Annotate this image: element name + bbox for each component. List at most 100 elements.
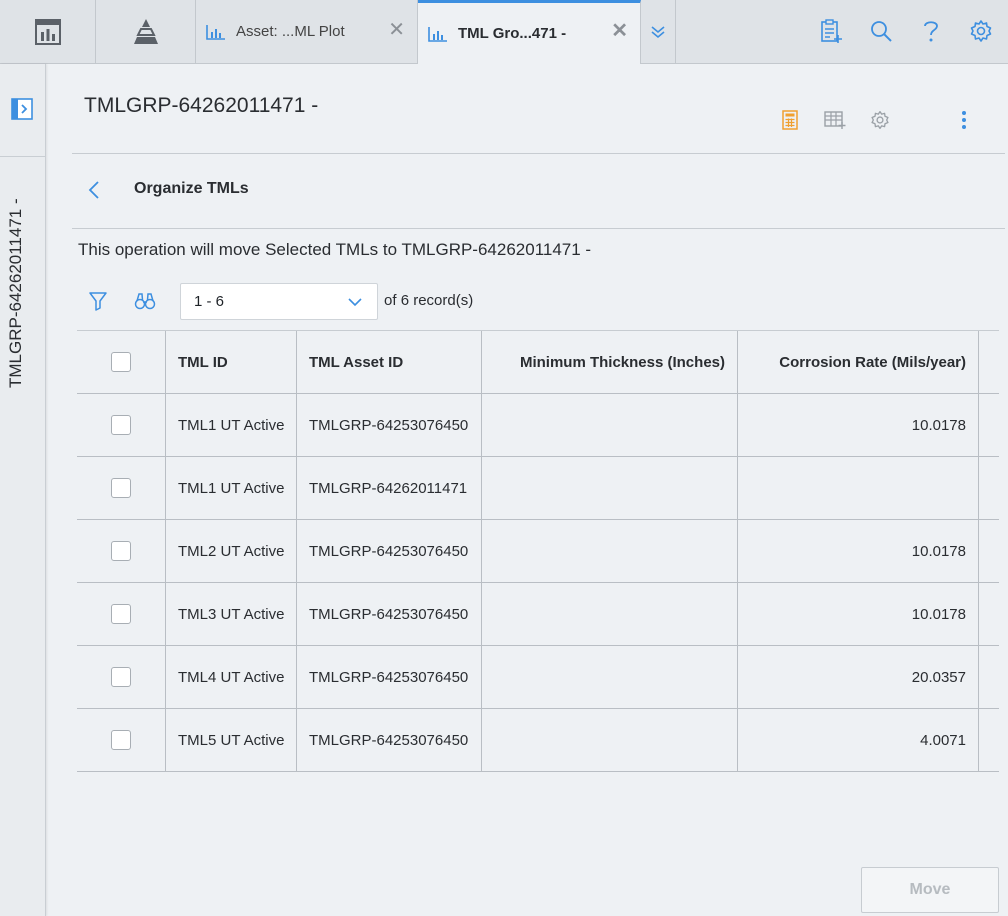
filter-button[interactable]	[86, 290, 110, 312]
operation-description: This operation will move Selected TMLs t…	[78, 240, 592, 259]
calculator-button[interactable]	[778, 108, 802, 132]
row-select-cell	[77, 709, 166, 771]
back-button[interactable]	[82, 176, 106, 204]
row-checkbox[interactable]	[111, 478, 131, 498]
divider	[0, 156, 46, 157]
asset-id-cell: TMLGRP-64253076450	[297, 583, 482, 645]
asset-id-cell: TMLGRP-64253076450	[297, 646, 482, 708]
tml-id-cell: TML2 UT Active	[166, 520, 297, 582]
find-button[interactable]	[133, 290, 157, 312]
page-range-value: 1 - 6	[194, 293, 225, 310]
row-checkbox[interactable]	[111, 730, 131, 750]
tml-id-cell: TML1 UT Active	[166, 457, 297, 519]
help-icon	[924, 21, 938, 42]
asset-hierarchy-button[interactable]	[96, 0, 196, 63]
close-icon[interactable]: ✕	[611, 21, 628, 41]
top-tab-bar: Asset: ...ML Plot ✕ TML Gro...471 - ✕	[0, 0, 1008, 64]
tml-id-cell: TML5 UT Active	[166, 709, 297, 771]
min-thickness-cell	[482, 709, 738, 771]
expand-panel-icon	[11, 98, 33, 120]
table-add-icon	[824, 111, 846, 129]
min-thickness-cell	[482, 583, 738, 645]
move-button[interactable]: Move	[861, 867, 999, 913]
asset-id-cell: TMLGRP-64253076450	[297, 709, 482, 771]
column-header-min-thickness[interactable]: Minimum Thickness (Inches)	[482, 331, 738, 393]
min-thickness-cell	[482, 457, 738, 519]
table-header-row: TML ID TML Asset ID Minimum Thickness (I…	[77, 331, 999, 394]
table-row[interactable]: TML4 UT Active TMLGRP-64253076450 20.035…	[77, 646, 999, 709]
tml-table: TML ID TML Asset ID Minimum Thickness (I…	[77, 330, 999, 772]
header-divider	[72, 153, 1005, 154]
tab-overflow-button[interactable]	[641, 0, 676, 63]
dashboard-icon	[34, 18, 61, 45]
gear-icon	[871, 111, 889, 129]
row-select-cell	[77, 646, 166, 708]
row-select-cell	[77, 394, 166, 456]
page-title: TMLGRP-64262011471 -	[84, 94, 319, 117]
chevron-down-icon	[348, 298, 362, 307]
corrosion-rate-cell: 10.0178	[738, 520, 979, 582]
search-button[interactable]	[867, 17, 895, 45]
record-count-suffix: record(s)	[413, 292, 474, 309]
row-checkbox[interactable]	[111, 604, 131, 624]
row-select-cell	[77, 520, 166, 582]
record-count-total: 6	[400, 292, 410, 309]
row-checkbox[interactable]	[111, 667, 131, 687]
settings-button[interactable]	[967, 17, 995, 45]
table-row[interactable]: TML2 UT Active TMLGRP-64253076450 10.017…	[77, 520, 999, 583]
corrosion-rate-cell: 4.0071	[738, 709, 979, 771]
close-icon[interactable]: ✕	[388, 20, 405, 40]
section-divider	[72, 228, 1005, 229]
search-icon	[871, 21, 892, 42]
table-row[interactable]: TML5 UT Active TMLGRP-64253076450 4.0071	[77, 709, 999, 772]
help-button[interactable]	[917, 17, 945, 45]
kebab-menu-icon	[962, 111, 966, 129]
header-settings-button[interactable]	[868, 108, 892, 132]
row-checkbox[interactable]	[111, 415, 131, 435]
select-all-checkbox[interactable]	[111, 352, 131, 372]
column-header-tml-asset-id[interactable]: TML Asset ID	[297, 331, 482, 393]
calculator-icon	[782, 110, 798, 130]
binoculars-icon	[134, 293, 156, 310]
min-thickness-cell	[482, 646, 738, 708]
chart-icon	[428, 26, 448, 42]
section-title: Organize TMLs	[134, 180, 249, 197]
tml-id-cell: TML1 UT Active	[166, 394, 297, 456]
record-count: of 6 record(s)	[384, 292, 473, 309]
corrosion-rate-cell	[738, 457, 979, 519]
dashboard-button[interactable]	[0, 0, 96, 63]
row-select-cell	[77, 583, 166, 645]
tab-tml-group[interactable]: TML Gro...471 - ✕	[418, 0, 641, 64]
pyramid-icon	[133, 18, 158, 44]
min-thickness-cell	[482, 394, 738, 456]
column-header-tml-id[interactable]: TML ID	[166, 331, 297, 393]
double-chevron-down-icon	[651, 25, 665, 38]
asset-id-cell: TMLGRP-64253076450	[297, 394, 482, 456]
tml-id-cell: TML3 UT Active	[166, 583, 297, 645]
table-row[interactable]: TML1 UT Active TMLGRP-64262011471	[77, 457, 999, 520]
chart-icon	[206, 24, 226, 40]
row-checkbox[interactable]	[111, 541, 131, 561]
row-select-cell	[77, 457, 166, 519]
tab-label: TML Gro...471 -	[458, 25, 567, 42]
side-record-label: TMLGRP-64262011471 -	[6, 198, 25, 388]
corrosion-rate-cell: 10.0178	[738, 394, 979, 456]
table-row[interactable]: TML3 UT Active TMLGRP-64253076450 10.017…	[77, 583, 999, 646]
expand-panel-button[interactable]	[11, 98, 33, 125]
more-options-button[interactable]	[952, 108, 976, 132]
clipboard-add-button[interactable]	[817, 17, 845, 45]
table-row[interactable]: TML1 UT Active TMLGRP-64253076450 10.017…	[77, 394, 999, 457]
tab-asset-tml-plot[interactable]: Asset: ...ML Plot ✕	[196, 0, 418, 63]
asset-id-cell: TMLGRP-64253076450	[297, 520, 482, 582]
add-table-button[interactable]	[823, 108, 847, 132]
gear-icon	[970, 20, 992, 42]
min-thickness-cell	[482, 520, 738, 582]
asset-id-cell: TMLGRP-64262011471	[297, 457, 482, 519]
corrosion-rate-cell: 20.0357	[738, 646, 979, 708]
record-count-prefix: of	[384, 292, 397, 309]
clipboard-add-icon	[821, 19, 842, 43]
filter-icon	[89, 292, 107, 311]
tml-id-cell: TML4 UT Active	[166, 646, 297, 708]
column-header-corrosion-rate[interactable]: Corrosion Rate (Mils/year)	[738, 331, 979, 393]
page-range-select[interactable]: 1 - 6	[180, 283, 378, 320]
